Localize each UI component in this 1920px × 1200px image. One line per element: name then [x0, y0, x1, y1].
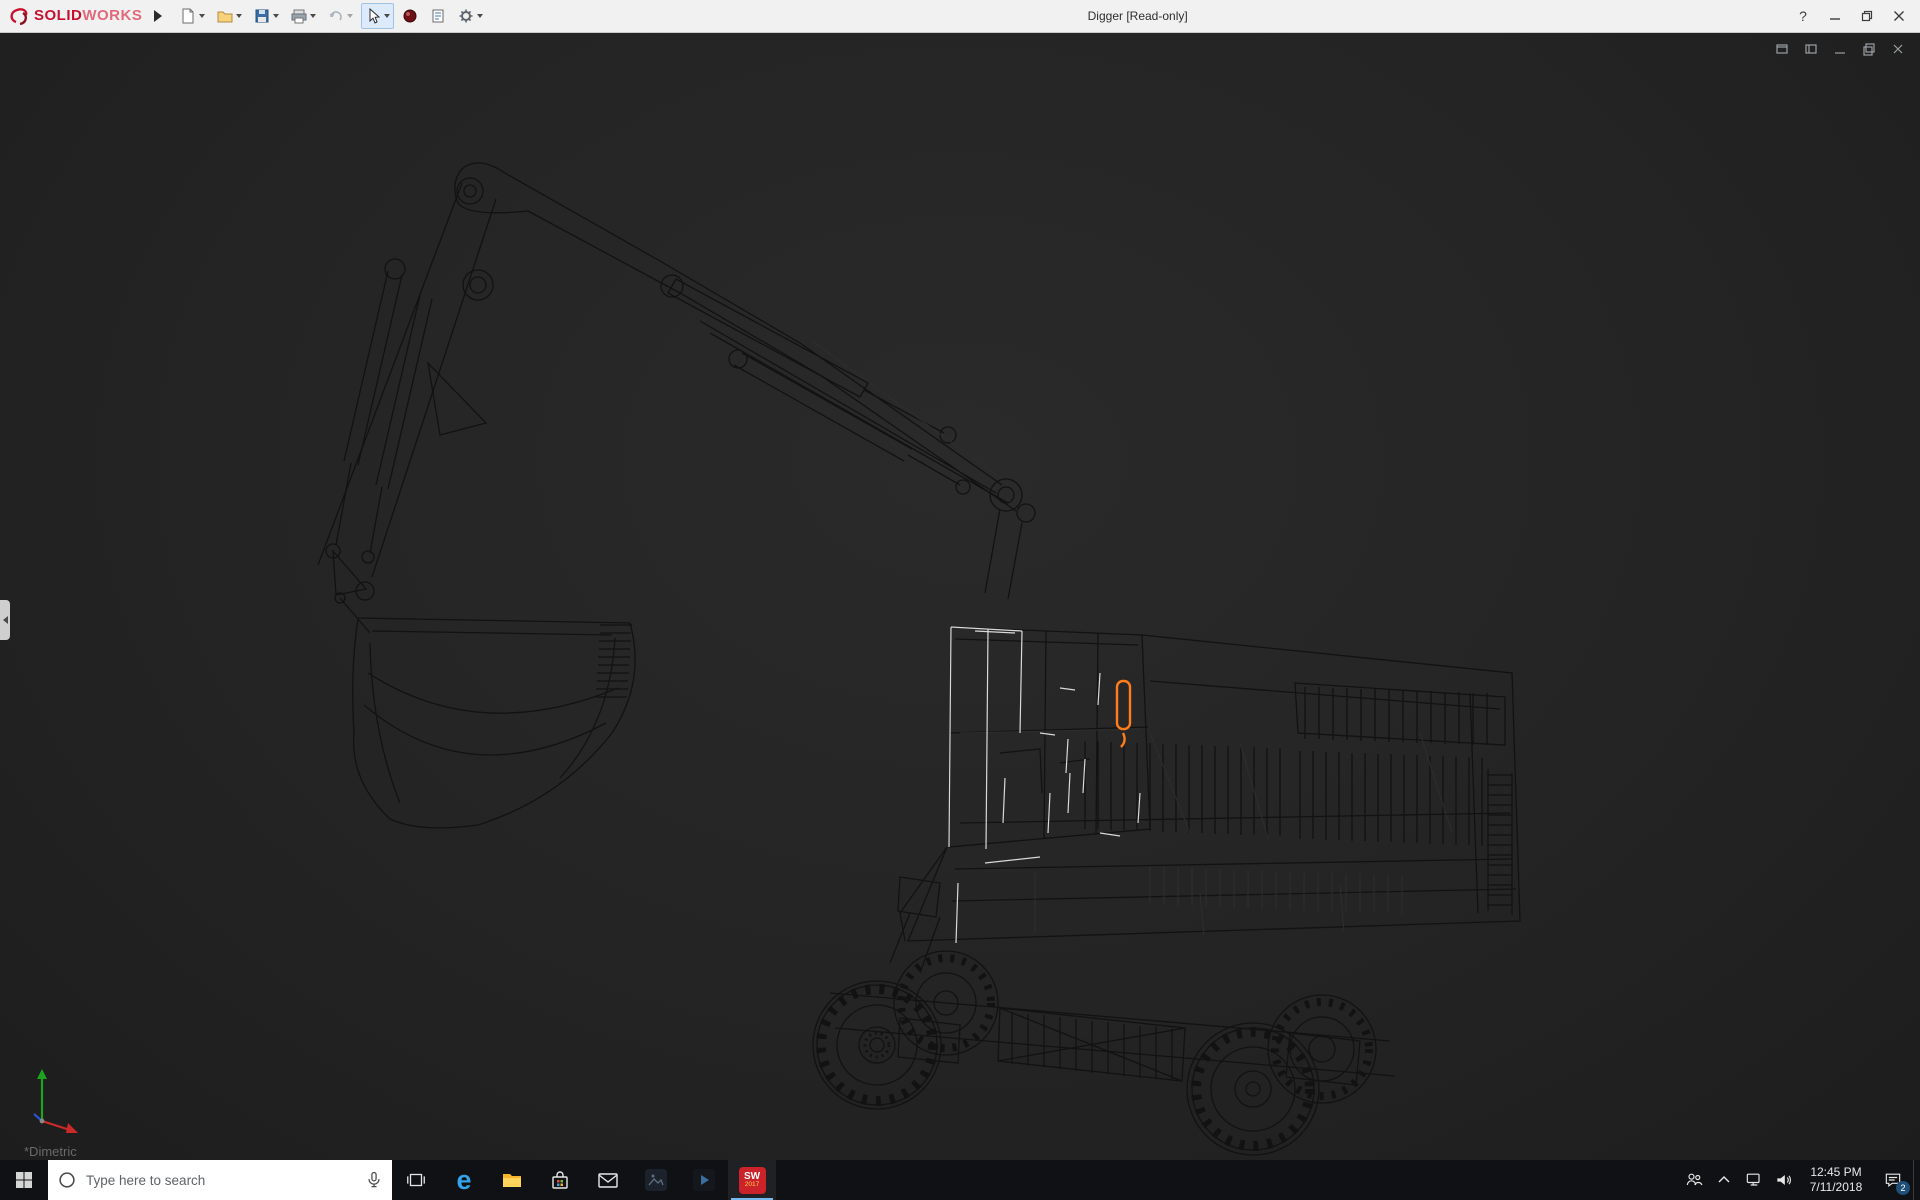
- model-boom-arm[interactable]: [318, 163, 1035, 633]
- featuremanager-collapsed-tab[interactable]: [0, 600, 10, 640]
- dropdown-caret[interactable]: [477, 14, 483, 18]
- people-button[interactable]: [1679, 1160, 1709, 1200]
- notification-badge: 2: [1896, 1181, 1910, 1195]
- cortana-circle-icon: [56, 1169, 78, 1191]
- dropdown-caret[interactable]: [236, 14, 242, 18]
- minimize-button[interactable]: [1820, 3, 1850, 29]
- mail-icon: [596, 1168, 620, 1192]
- menu-expand-arrow[interactable]: [154, 10, 162, 22]
- microphone-icon[interactable]: [364, 1170, 384, 1190]
- close-button[interactable]: [1884, 3, 1914, 29]
- file-properties-button[interactable]: [426, 3, 450, 29]
- network-button[interactable]: [1739, 1160, 1769, 1200]
- model-secondary-edges: [812, 341, 1452, 935]
- brand-solid: SOLID: [34, 7, 82, 24]
- volume-button[interactable]: [1769, 1160, 1799, 1200]
- solidworks-logo: SOLIDWORKS: [0, 6, 148, 26]
- window-controls: ?: [1788, 3, 1920, 29]
- doc-close-icon[interactable]: [1890, 41, 1906, 57]
- volume-icon: [1774, 1170, 1794, 1190]
- document-title: Digger [Read-only]: [487, 9, 1788, 23]
- store-icon: [548, 1168, 572, 1192]
- dropdown-caret[interactable]: [347, 14, 353, 18]
- open-icon: [217, 8, 233, 24]
- appearance-button[interactable]: [398, 3, 422, 29]
- model-bucket[interactable]: [353, 618, 635, 828]
- taskbar-clock[interactable]: 12:45 PM 7/11/2018: [1799, 1160, 1873, 1200]
- people-icon: [1684, 1170, 1704, 1190]
- hidden-icons-chevron-icon: [1716, 1172, 1732, 1188]
- titlebar: SOLIDWORKS: [0, 0, 1920, 33]
- save-button[interactable]: [250, 3, 283, 29]
- view-orientation-label: *Dimetric: [24, 1144, 77, 1159]
- document-window-controls: [1774, 41, 1906, 57]
- appearance-sphere-icon: [402, 8, 418, 24]
- movies-tv-button[interactable]: [680, 1160, 728, 1200]
- taskbar-search[interactable]: [48, 1160, 392, 1200]
- show-desktop-button[interactable]: [1913, 1160, 1920, 1200]
- help-button[interactable]: ?: [1788, 3, 1818, 29]
- graphics-viewport[interactable]: *Dimetric: [0, 33, 1920, 1160]
- task-view-button[interactable]: [392, 1160, 440, 1200]
- photos-icon: [644, 1168, 668, 1192]
- model-selected-part[interactable]: [1117, 681, 1130, 747]
- task-view-icon: [405, 1169, 427, 1191]
- hidden-icons-button[interactable]: [1709, 1160, 1739, 1200]
- dropdown-caret[interactable]: [273, 14, 279, 18]
- undo-icon: [328, 8, 344, 24]
- orientation-triad-icon: [26, 1061, 96, 1141]
- panel-arrow-icon: [3, 616, 8, 624]
- doc-restore-icon[interactable]: [1861, 41, 1877, 57]
- solidworks-taskbar-button[interactable]: SW 2017: [728, 1160, 776, 1200]
- minimize-icon: [1829, 10, 1841, 22]
- maximize-button[interactable]: [1852, 3, 1882, 29]
- clock-date: 7/11/2018: [1810, 1180, 1863, 1195]
- model-body[interactable]: [890, 635, 1520, 973]
- model-wheels[interactable]: [813, 951, 1376, 1155]
- ds-swoosh-icon: [8, 6, 30, 26]
- search-input[interactable]: [84, 1172, 358, 1189]
- mail-button[interactable]: [584, 1160, 632, 1200]
- options-gear-icon: [458, 8, 474, 24]
- doc-minimize-icon[interactable]: [1832, 41, 1848, 57]
- file-properties-icon: [430, 8, 446, 24]
- system-tray: 12:45 PM 7/11/2018 2: [1679, 1160, 1920, 1200]
- open-button[interactable]: [213, 3, 246, 29]
- close-icon: [1893, 10, 1905, 22]
- file-explorer-icon: [500, 1168, 524, 1192]
- dropdown-caret[interactable]: [199, 14, 205, 18]
- quick-toolbar: [176, 3, 487, 29]
- digger-wireframe-model[interactable]: [0, 33, 1920, 1160]
- new-document-button[interactable]: [176, 3, 209, 29]
- windows-taskbar: e SW 2: [0, 1160, 1920, 1200]
- doc-window-icon-2[interactable]: [1803, 41, 1819, 57]
- select-button[interactable]: [361, 3, 394, 29]
- print-icon: [291, 8, 307, 24]
- start-button[interactable]: [0, 1160, 48, 1200]
- select-cursor-icon: [365, 8, 381, 24]
- undo-button[interactable]: [324, 3, 357, 29]
- solidworks-icon: SW 2017: [739, 1167, 766, 1194]
- clock-time: 12:45 PM: [1810, 1165, 1861, 1180]
- store-button[interactable]: [536, 1160, 584, 1200]
- file-explorer-button[interactable]: [488, 1160, 536, 1200]
- action-center-button[interactable]: 2: [1873, 1160, 1913, 1200]
- dropdown-caret[interactable]: [310, 14, 316, 18]
- restore-icon: [1861, 10, 1873, 22]
- edge-button[interactable]: e: [440, 1160, 488, 1200]
- print-button[interactable]: [287, 3, 320, 29]
- doc-window-icon-1[interactable]: [1774, 41, 1790, 57]
- save-icon: [254, 8, 270, 24]
- edge-icon: e: [456, 1167, 471, 1194]
- new-document-icon: [180, 8, 196, 24]
- options-button[interactable]: [454, 3, 487, 29]
- start-icon: [15, 1171, 33, 1189]
- photos-button[interactable]: [632, 1160, 680, 1200]
- solidworks-year: 2017: [745, 1182, 759, 1189]
- movies-tv-icon: [692, 1168, 716, 1192]
- network-icon: [1744, 1170, 1764, 1190]
- dropdown-caret[interactable]: [384, 14, 390, 18]
- brand-works: WORKS: [82, 7, 142, 24]
